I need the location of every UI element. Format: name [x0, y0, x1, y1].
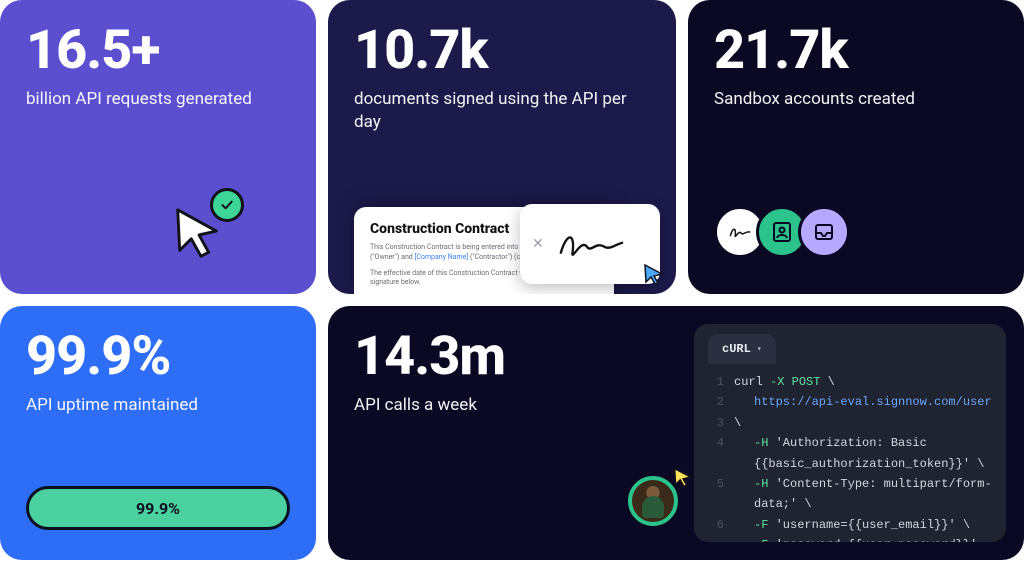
card-api-uptime: 99.9% API uptime maintained 99.9% — [0, 306, 316, 560]
code-tab[interactable]: cURL ▾ — [708, 334, 776, 364]
stat-value: 99.9% — [26, 330, 290, 384]
code-line: 2https://api-eval.signnow.com/user — [706, 392, 994, 412]
stats-grid: 16.5+ billion API requests generated 10.… — [0, 0, 1024, 561]
stat-desc: Sandbox accounts created — [714, 88, 998, 111]
code-line: 3\ — [706, 413, 994, 433]
code-panel: cURL ▾ 1curl -X POST \ 2https://api-eval… — [694, 324, 1006, 542]
close-icon: ✕ — [532, 236, 544, 252]
stat-desc: API uptime maintained — [26, 394, 290, 417]
stat-value: 16.5+ — [26, 24, 290, 78]
yellow-pointer-icon — [672, 466, 694, 492]
uptime-progress: 99.9% — [26, 486, 290, 530]
stat-desc: documents signed using the API per day — [354, 88, 650, 134]
chevron-down-icon: ▾ — [757, 344, 762, 354]
card-api-requests: 16.5+ billion API requests generated — [0, 0, 316, 294]
signature-card: ✕ — [520, 204, 660, 284]
placeholder-company: [Company Name] — [415, 253, 469, 261]
stat-desc: billion API requests generated — [26, 88, 290, 111]
document-illustration: Construction Contract This Construction … — [354, 164, 650, 294]
avatar-illustration — [628, 476, 678, 526]
uptime-bar: 99.9% — [26, 486, 290, 530]
signature-icon — [555, 224, 625, 264]
account-icons-row — [714, 206, 840, 258]
card-documents-signed: 10.7k documents signed using the API per… — [328, 0, 676, 294]
code-tab-label: cURL — [722, 342, 751, 356]
mini-cursor-icon — [642, 262, 666, 290]
code-line: 6-F 'username={{user_email}}' \ — [706, 515, 994, 535]
inbox-circle-icon — [798, 206, 850, 258]
code-line: -F 'password={{user_password}}' — [706, 535, 994, 542]
stat-value: 10.7k — [354, 24, 650, 78]
check-badge-icon — [210, 188, 244, 222]
code-line: 5-H 'Content-Type: multipart/form-data;'… — [706, 474, 994, 515]
uptime-bar-label: 99.9% — [136, 499, 180, 518]
code-line: 4-H 'Authorization: Basic {{basic_author… — [706, 433, 994, 474]
card-sandbox-accounts: 21.7k Sandbox accounts created — [688, 0, 1024, 294]
avatar-icon — [628, 476, 678, 526]
code-body: 1curl -X POST \ 2https://api-eval.signno… — [694, 364, 1006, 542]
stat-value: 21.7k — [714, 24, 998, 78]
code-line: 1curl -X POST \ — [706, 372, 994, 392]
cursor-illustration — [170, 204, 228, 266]
card-api-calls: 14.3m API calls a week cURL ▾ 1curl -X P… — [328, 306, 1024, 560]
